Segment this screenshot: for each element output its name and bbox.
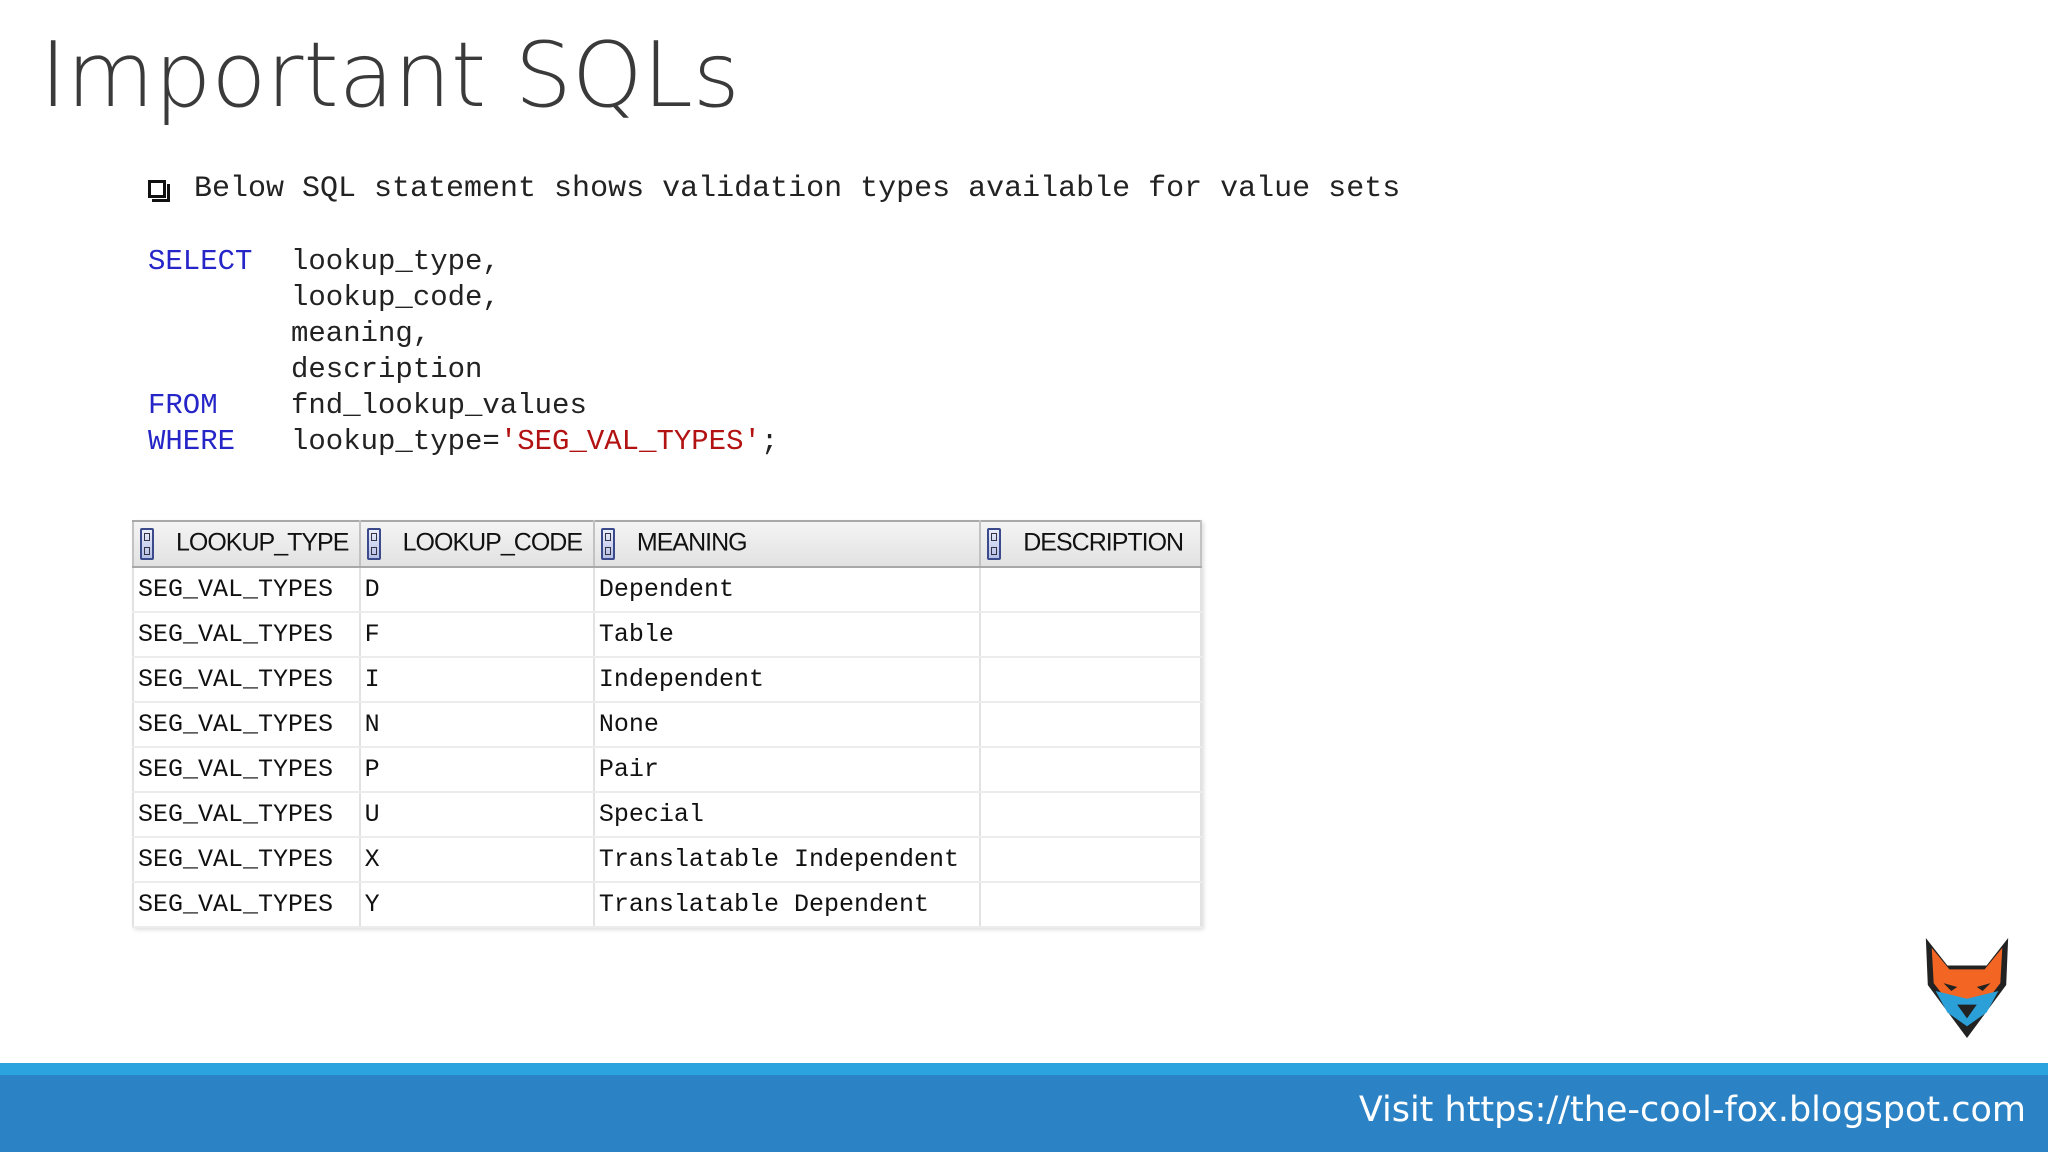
column-header-lookup-code[interactable]: LOOKUP_CODE xyxy=(358,520,595,568)
sql-keyword-select: SELECT xyxy=(148,245,253,278)
sql-column: lookup_type, xyxy=(291,245,500,278)
column-header-description[interactable]: DESCRIPTION xyxy=(979,520,1202,568)
fox-head-icon xyxy=(1925,938,2009,1038)
sql-string-literal: 'SEG_VAL_TYPES' xyxy=(499,425,761,458)
grid-header-row: LOOKUP_TYPE LOOKUP_CODE MEANING DESCRIPT… xyxy=(132,520,1202,568)
cell-meaning[interactable]: Dependent xyxy=(593,567,982,613)
cell-description[interactable] xyxy=(980,702,1202,748)
cell-meaning[interactable]: Pair xyxy=(593,747,982,793)
cell-lookup-type[interactable]: SEG_VAL_TYPES xyxy=(132,612,361,658)
cell-meaning[interactable]: Special xyxy=(593,792,982,838)
results-grid: LOOKUP_TYPE LOOKUP_CODE MEANING DESCRIPT… xyxy=(132,520,1202,928)
sql-keyword-from: FROM xyxy=(148,389,218,422)
slide-title: Important SQLs xyxy=(40,23,740,128)
cell-description[interactable] xyxy=(980,882,1202,928)
cell-lookup-type[interactable]: SEG_VAL_TYPES xyxy=(132,882,361,928)
column-header-meaning[interactable]: MEANING xyxy=(592,520,982,568)
sql-column: lookup_code, xyxy=(291,281,500,314)
cell-lookup-type[interactable]: SEG_VAL_TYPES xyxy=(132,837,361,883)
sql-line-where: WHERE lookup_type= 'SEG_VAL_TYPES'; xyxy=(148,424,778,460)
square-bullet-icon xyxy=(148,180,170,202)
sql-table: fnd_lookup_values xyxy=(291,389,587,422)
sort-az-icon[interactable] xyxy=(366,528,381,560)
cell-meaning[interactable]: None xyxy=(593,702,982,748)
cell-lookup-code[interactable]: Y xyxy=(359,882,595,928)
footer-stripe xyxy=(0,1063,2048,1075)
sql-line-col2: lookup_code, xyxy=(148,280,778,316)
table-row[interactable]: SEG_VAL_TYPES F Table xyxy=(132,612,1202,658)
cell-description[interactable] xyxy=(980,747,1202,793)
cell-meaning[interactable]: Translatable Independent xyxy=(593,837,982,883)
cell-lookup-code[interactable]: D xyxy=(359,567,595,613)
sql-column: description xyxy=(291,353,483,386)
cell-lookup-type[interactable]: SEG_VAL_TYPES xyxy=(132,567,361,613)
cell-description[interactable] xyxy=(980,792,1202,838)
cell-description[interactable] xyxy=(980,567,1202,613)
cell-meaning[interactable]: Translatable Dependent xyxy=(593,882,982,928)
cell-meaning[interactable]: Independent xyxy=(593,657,982,703)
cell-lookup-code[interactable]: I xyxy=(359,657,595,703)
cell-description[interactable] xyxy=(980,657,1202,703)
cell-lookup-code[interactable]: X xyxy=(359,837,595,883)
footer-link-text[interactable]: Visit https://the-cool-fox.blogspot.com xyxy=(1359,1090,2026,1130)
bullet-point: Below SQL statement shows validation typ… xyxy=(148,172,1400,206)
cell-lookup-type[interactable]: SEG_VAL_TYPES xyxy=(132,747,361,793)
cell-meaning[interactable]: Table xyxy=(593,612,982,658)
table-row[interactable]: SEG_VAL_TYPES X Translatable Independent xyxy=(132,837,1202,883)
sql-terminator: ; xyxy=(760,425,779,458)
sort-az-icon[interactable] xyxy=(600,528,615,560)
table-row[interactable]: SEG_VAL_TYPES D Dependent xyxy=(132,567,1202,613)
sql-line-select: SELECT lookup_type, xyxy=(148,244,778,280)
sql-code-block: SELECT lookup_type, lookup_code, meaning,… xyxy=(148,244,778,460)
sql-line-from: FROM fnd_lookup_values xyxy=(148,388,778,424)
cell-lookup-type[interactable]: SEG_VAL_TYPES xyxy=(132,657,361,703)
cell-lookup-code[interactable]: U xyxy=(359,792,595,838)
table-row[interactable]: SEG_VAL_TYPES I Independent xyxy=(132,657,1202,703)
column-header-lookup-type[interactable]: LOOKUP_TYPE xyxy=(132,520,361,568)
bullet-text: Below SQL statement shows validation typ… xyxy=(194,172,1401,206)
sql-keyword-where: WHERE xyxy=(148,425,236,458)
sort-az-icon[interactable] xyxy=(140,528,154,560)
cell-lookup-code[interactable]: F xyxy=(359,612,595,658)
sql-line-col3: meaning, xyxy=(148,316,778,352)
cell-lookup-type[interactable]: SEG_VAL_TYPES xyxy=(132,792,361,838)
cell-lookup-code[interactable]: N xyxy=(359,702,595,748)
cell-description[interactable] xyxy=(980,612,1202,658)
cell-lookup-type[interactable]: SEG_VAL_TYPES xyxy=(132,702,361,748)
table-row[interactable]: SEG_VAL_TYPES Y Translatable Dependent xyxy=(132,882,1202,928)
sql-line-col4: description xyxy=(148,352,778,388)
sql-where-lhs: lookup_type= xyxy=(291,425,500,458)
table-row[interactable]: SEG_VAL_TYPES U Special xyxy=(132,792,1202,838)
cell-description[interactable] xyxy=(980,837,1202,883)
cell-lookup-code[interactable]: P xyxy=(359,747,595,793)
sort-az-icon[interactable] xyxy=(987,528,1002,560)
table-row[interactable]: SEG_VAL_TYPES N None xyxy=(132,702,1202,748)
sql-column: meaning, xyxy=(291,317,431,350)
table-row[interactable]: SEG_VAL_TYPES P Pair xyxy=(132,747,1202,793)
